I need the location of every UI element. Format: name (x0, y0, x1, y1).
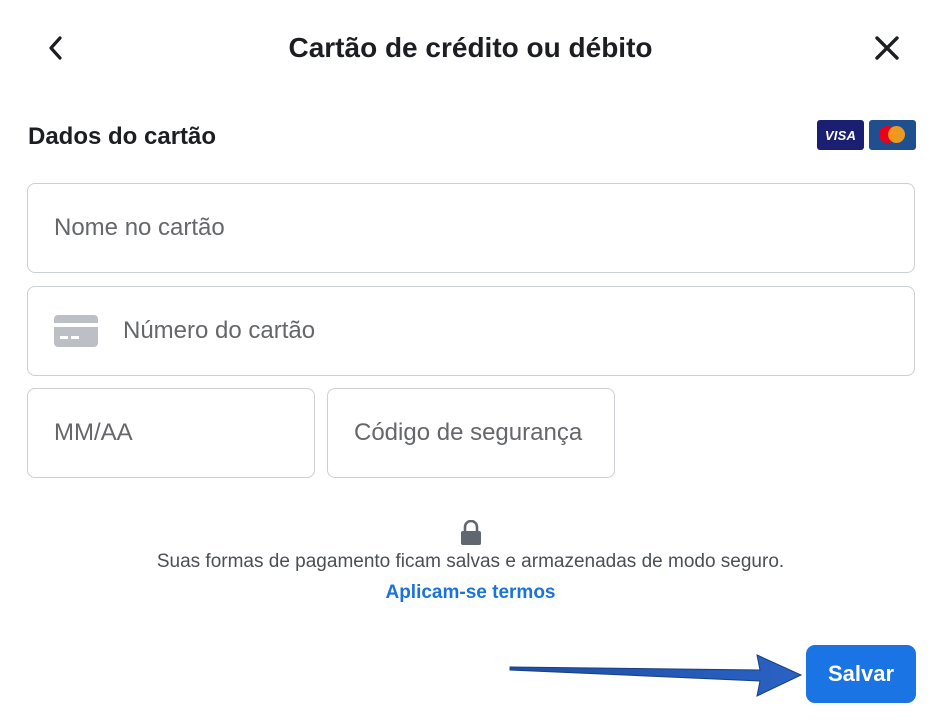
terms-link[interactable]: Aplicam-se termos (0, 580, 941, 606)
card-number-input[interactable] (123, 317, 914, 345)
card-name-field[interactable] (27, 183, 915, 273)
close-icon (875, 36, 899, 60)
secure-storage-note: Suas formas de pagamento ficam salvas e … (156, 551, 785, 572)
expiry-input[interactable] (54, 419, 314, 447)
payment-dialog: Cartão de crédito ou débito Dados do car… (0, 0, 941, 726)
visa-logo-text: VISA (824, 127, 857, 143)
mastercard-yellow-circle (888, 126, 905, 143)
save-button[interactable]: Salvar (807, 646, 915, 702)
card-details-heading: Dados do cartão (28, 123, 217, 150)
close-button[interactable] (866, 28, 908, 68)
expiry-field[interactable] (27, 388, 315, 478)
security-code-input[interactable] (354, 419, 614, 447)
credit-card-icon (54, 315, 98, 347)
security-code-field[interactable] (327, 388, 615, 478)
card-number-field[interactable] (27, 286, 915, 376)
dialog-title: Cartão de crédito ou débito (288, 32, 653, 63)
lock-icon (461, 520, 481, 545)
accepted-cards: VISA (817, 120, 916, 150)
mastercard-logo (869, 120, 916, 150)
card-name-input[interactable] (54, 214, 914, 242)
pointer-arrow-icon (509, 654, 803, 697)
visa-logo: VISA (817, 120, 864, 150)
